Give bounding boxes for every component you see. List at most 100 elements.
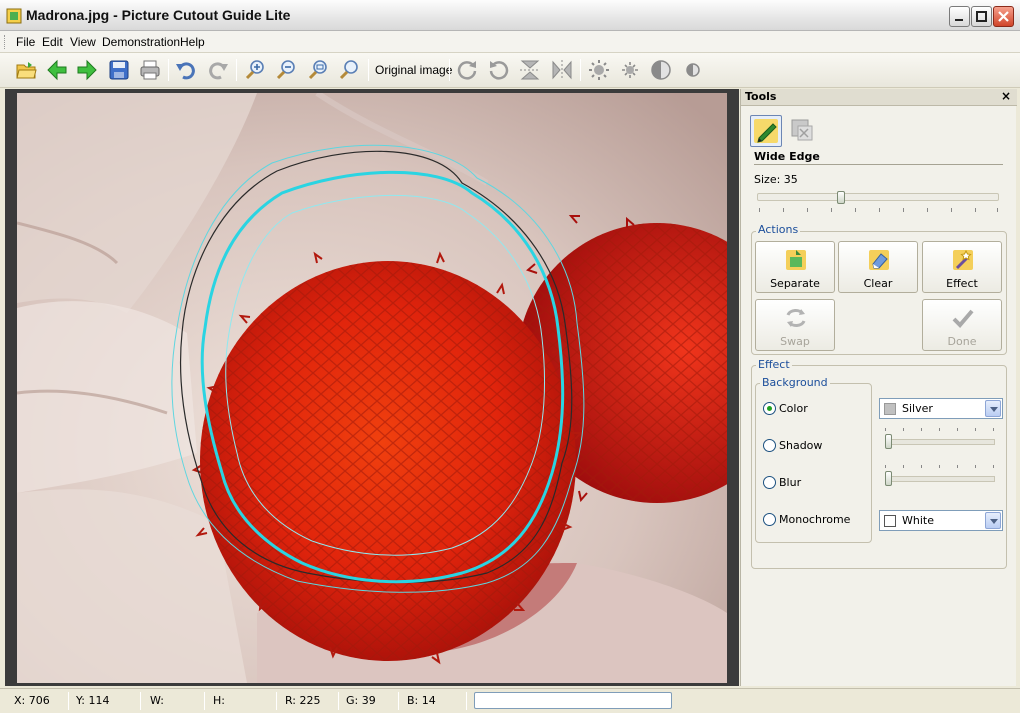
rotate-ccw-button[interactable] [485, 56, 513, 84]
forward-button[interactable] [73, 56, 101, 84]
size-label: Size: 35 [754, 173, 798, 186]
swap-button[interactable]: Swap [755, 299, 835, 351]
toolbar-separator [368, 59, 369, 81]
zoom-out-button[interactable] [272, 56, 300, 84]
brightness-up-button[interactable] [585, 56, 613, 84]
flip-vertical-button[interactable] [516, 56, 544, 84]
image-canvas-area[interactable] [5, 89, 739, 686]
status-separator [276, 692, 277, 710]
back-arrow-icon [47, 59, 67, 81]
color-radio-label[interactable]: Color [779, 402, 808, 415]
status-green: G: 39 [346, 694, 376, 707]
status-bar: X: 706 Y: 114 W: H: R: 225 G: 39 B: 14 [0, 688, 1020, 713]
close-button[interactable] [993, 6, 1014, 27]
size-slider-thumb[interactable] [837, 191, 845, 204]
eraser-icon [869, 250, 889, 270]
blur-slider-thumb[interactable] [885, 471, 892, 486]
eraser-tool-icon [791, 119, 813, 141]
menu-help[interactable]: Help [180, 35, 205, 49]
madrona-photo[interactable] [17, 93, 727, 683]
original-image-button[interactable]: Original image [375, 63, 452, 77]
pencil-tool-icon [754, 119, 778, 143]
contrast-up-button[interactable] [647, 56, 675, 84]
shadow-slider-thumb[interactable] [885, 434, 892, 449]
menu-file[interactable]: File [16, 35, 35, 49]
edge-eraser-tool-button[interactable] [787, 115, 819, 147]
save-icon [109, 60, 129, 80]
minimize-button[interactable] [949, 6, 970, 27]
zoom-actual-button[interactable] [335, 56, 363, 84]
contrast-down-button[interactable] [679, 56, 707, 84]
color-swatch [884, 515, 896, 527]
flip-horizontal-icon [552, 60, 572, 80]
print-button[interactable] [136, 56, 164, 84]
done-button[interactable]: Done [922, 299, 1002, 351]
tools-panel-title: Tools [745, 90, 777, 103]
toolbar-separator [449, 59, 450, 81]
undo-button[interactable] [172, 56, 200, 84]
status-separator [338, 692, 339, 710]
menu-grip [4, 35, 7, 49]
separate-button[interactable]: Separate [755, 241, 835, 293]
toolbar-separator [168, 59, 169, 81]
size-slider-ticks [759, 208, 999, 213]
image-canvas[interactable] [17, 93, 727, 683]
chevron-down-icon[interactable] [985, 400, 1001, 417]
contrast-down-icon [686, 63, 700, 77]
menu-bar: File Edit View Demonstration Help [0, 31, 1020, 53]
tools-panel-header: Tools × [741, 89, 1017, 106]
status-x: X: 706 [14, 694, 50, 707]
zoom-fit-button[interactable] [304, 56, 332, 84]
clear-button[interactable]: Clear [838, 241, 918, 293]
shadow-radio-label[interactable]: Shadow [779, 439, 822, 452]
menu-demonstration[interactable]: Demonstration [102, 35, 180, 49]
zoom-in-button[interactable] [241, 56, 269, 84]
menu-edit[interactable]: Edit [42, 35, 63, 49]
title-bar: Madrona.jpg - Picture Cutout Guide Lite [0, 0, 1020, 31]
app-window: Madrona.jpg - Picture Cutout Guide Lite … [0, 0, 1020, 713]
blur-radio-label[interactable]: Blur [779, 476, 801, 489]
blur-slider[interactable] [885, 465, 995, 493]
open-folder-icon [16, 62, 37, 79]
forward-arrow-icon [77, 59, 97, 81]
color-radio[interactable] [763, 402, 776, 415]
effect-button[interactable]: Effect [922, 241, 1002, 293]
contrast-up-icon [651, 60, 671, 80]
blur-radio[interactable] [763, 476, 776, 489]
size-slider[interactable] [757, 193, 999, 201]
shadow-radio[interactable] [763, 439, 776, 452]
rotate-cw-button[interactable] [453, 56, 481, 84]
progress-bar [474, 692, 672, 709]
open-button[interactable] [12, 56, 40, 84]
save-button[interactable] [105, 56, 133, 84]
status-red: R: 225 [285, 694, 321, 707]
status-width: W: [150, 694, 164, 707]
zoom-actual-icon [339, 60, 358, 80]
separate-label: Separate [770, 277, 820, 290]
brightness-down-icon [622, 62, 638, 78]
rotate-ccw-icon [489, 61, 509, 80]
status-separator [140, 692, 141, 710]
monochrome-radio-label[interactable]: Monochrome [779, 513, 850, 526]
brightness-down-button[interactable] [616, 56, 644, 84]
chevron-down-icon[interactable] [985, 512, 1001, 529]
status-y: Y: 114 [76, 694, 110, 707]
maximize-button[interactable] [971, 6, 992, 27]
shadow-slider[interactable] [885, 428, 995, 456]
flip-vertical-icon [520, 60, 540, 80]
swap-label: Swap [780, 335, 810, 348]
menu-view[interactable]: View [70, 35, 96, 49]
back-button[interactable] [43, 56, 71, 84]
tools-panel-close-icon[interactable]: × [1001, 89, 1011, 103]
flip-horizontal-button[interactable] [548, 56, 576, 84]
brightness-up-icon [589, 60, 609, 80]
status-separator [466, 692, 467, 710]
wide-edge-tool-button[interactable] [750, 115, 782, 147]
separate-icon [786, 250, 806, 270]
background-color-select[interactable]: Silver [879, 398, 1003, 419]
monochrome-color-select[interactable]: White [879, 510, 1003, 531]
monochrome-color-value: White [902, 514, 934, 527]
actions-group-label: Actions [756, 223, 801, 236]
redo-button[interactable] [204, 56, 232, 84]
monochrome-radio[interactable] [763, 513, 776, 526]
